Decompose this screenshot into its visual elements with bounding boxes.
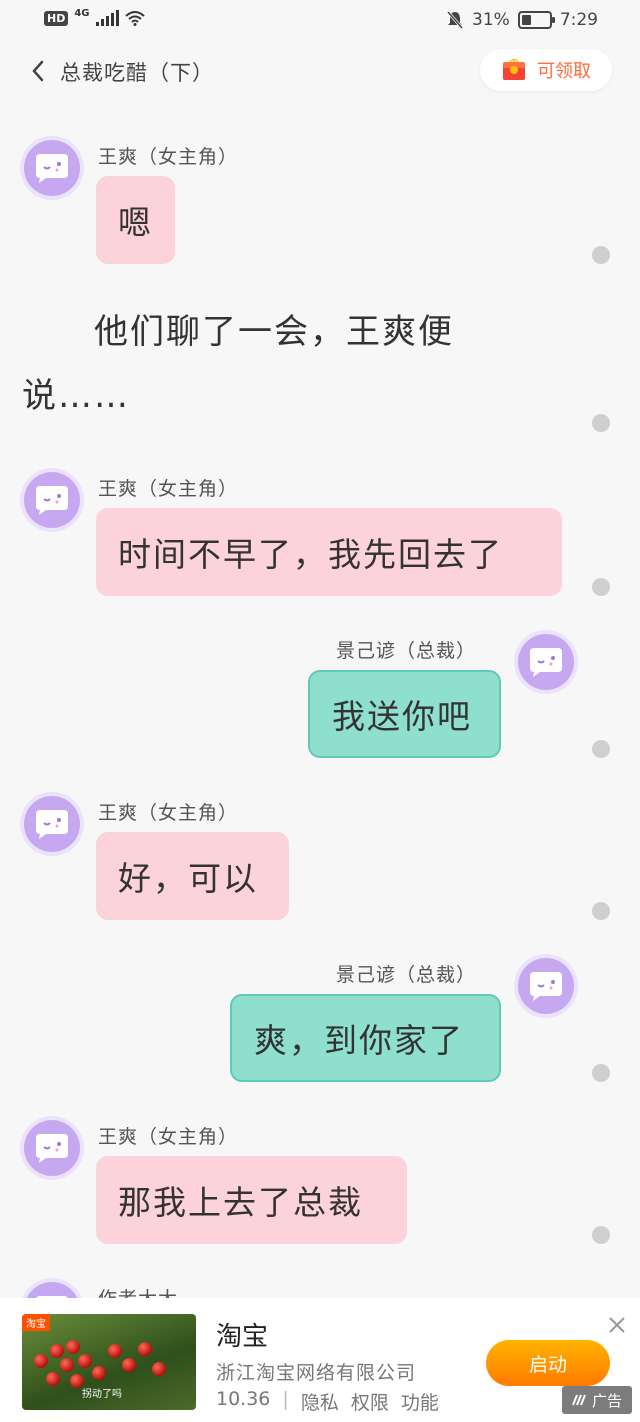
avatar[interactable] [20,1278,84,1298]
comment-dot[interactable] [592,902,610,920]
comment-dot[interactable] [592,414,610,432]
avatar[interactable] [20,136,84,200]
ad-version: 10.36 [216,1388,271,1410]
ad-title: 淘宝 [216,1322,269,1352]
chevron-left-icon [32,60,44,82]
ad-label-badge: 广告 [561,1386,632,1414]
ad-thumb-tag: 淘宝 [22,1314,50,1331]
sender-name: 作者大大 [98,1284,178,1298]
avatar[interactable] [514,954,578,1018]
message-bubble[interactable]: 时间不早了，我先回去了 [96,508,562,596]
narration-line: 他们聊了一会，王爽便 [94,312,454,352]
ad-banner[interactable]: 淘宝 拐动了吗 淘宝 浙江淘宝网络有限公司 10.36 | 隐私 权限 功能 启… [0,1298,640,1422]
avatar[interactable] [20,1116,84,1180]
comment-dot[interactable] [592,578,610,596]
message-bubble[interactable]: 嗯 [96,176,175,264]
sender-name: 景己谚（总裁） [336,640,477,662]
status-bar: HD 4G 31% 7:29 [0,0,640,44]
message-bubble[interactable]: 我送你吧 [308,670,501,758]
header: 总裁吃醋（下） 可领取 [0,44,640,98]
comment-dot[interactable] [592,1064,610,1082]
battery-percent: 31% [472,10,510,30]
ad-thumbnail[interactable]: 淘宝 拐动了吗 [22,1314,196,1410]
ad-company: 浙江淘宝网络有限公司 [216,1362,417,1384]
chat-bubble-face-icon [36,810,68,839]
comment-dot[interactable] [592,1226,610,1244]
comment-dot[interactable] [592,246,610,264]
ad-permission-link[interactable]: 权限 [351,1388,389,1415]
narration-text: 他们聊了一会，王爽便 说…… [22,300,502,428]
chat-bubble-face-icon [36,486,68,515]
comment-dot[interactable] [592,740,610,758]
red-envelope-icon [503,58,525,80]
narration-line: 说…… [22,376,130,416]
avatar[interactable] [20,792,84,856]
signal-icon [95,10,119,26]
sender-name: 王爽（女主角） [98,1126,239,1148]
ad-function-link[interactable]: 功能 [401,1388,439,1415]
sender-name: 王爽（女主角） [98,478,239,500]
message-bubble[interactable]: 那我上去了总裁 [96,1156,407,1244]
avatar[interactable] [20,468,84,532]
claim-label: 可领取 [537,61,591,82]
wifi-icon [124,11,145,26]
claim-reward-button[interactable]: 可领取 [480,49,612,91]
back-button[interactable] [30,56,56,86]
hd-badge: HD [44,10,69,26]
chat-list[interactable]: 王爽（女主角） 嗯 他们聊了一会，王爽便 说…… 王爽（女主角） 时间不早了，我… [0,110,640,1298]
network-type: 4G [74,7,90,19]
chat-bubble-face-icon [36,1134,68,1163]
chat-bubble-face-icon [530,648,562,677]
ad-privacy-link[interactable]: 隐私 [301,1388,339,1415]
message-bubble[interactable]: 好，可以 [96,832,289,920]
sender-name: 景己谚（总裁） [336,964,477,986]
ad-thumb-caption: 拐动了吗 [82,1389,122,1400]
sender-name: 王爽（女主角） [98,146,239,168]
chat-bubble-face-icon [36,154,68,183]
clock: 7:29 [559,10,598,30]
sender-name: 王爽（女主角） [98,802,239,824]
ad-meta: 10.36 | 隐私 权限 功能 [216,1388,439,1415]
ad-logo-icon [572,1394,586,1406]
mute-bell-icon [446,11,464,29]
close-icon[interactable] [608,1316,626,1334]
battery-icon [517,11,555,29]
message-bubble[interactable]: 爽，到你家了 [230,994,501,1082]
chat-bubble-face-icon [530,972,562,1001]
avatar[interactable] [514,630,578,694]
ad-launch-button[interactable]: 启动 [486,1340,610,1386]
page-title: 总裁吃醋（下） [60,61,214,85]
